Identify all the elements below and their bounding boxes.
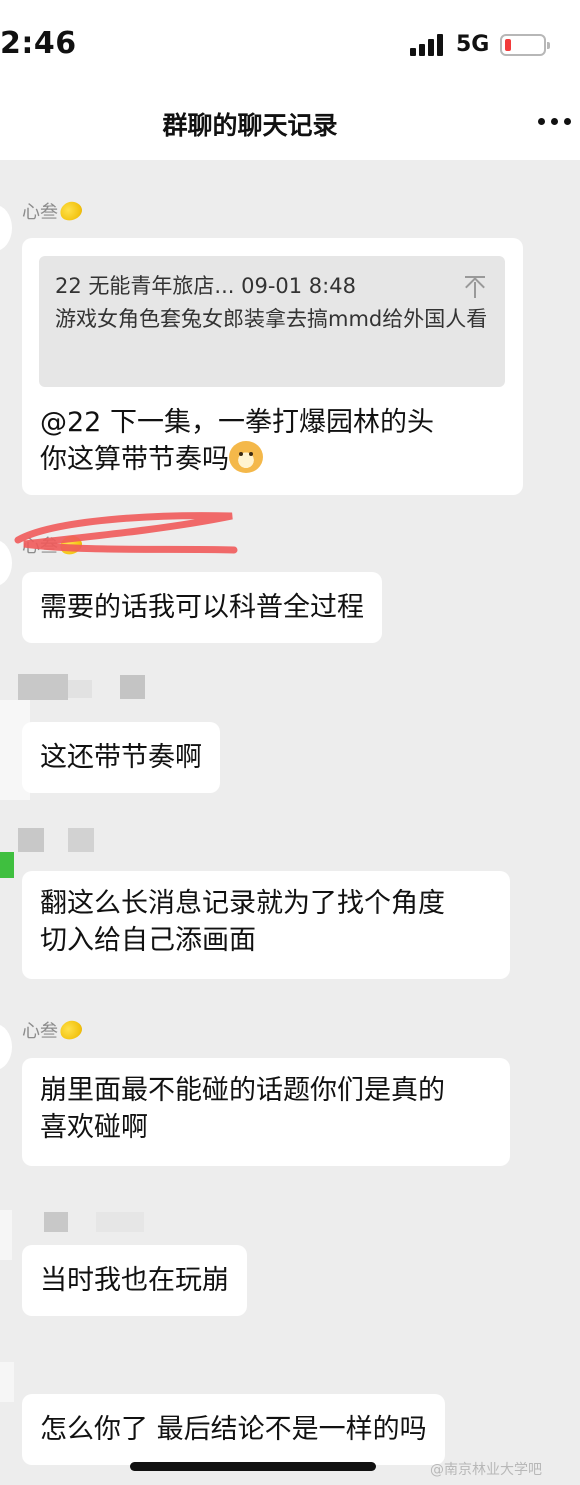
message-bubble[interactable]: 需要的话我可以科普全过程 bbox=[22, 572, 382, 643]
sender-name: 心叁 bbox=[22, 532, 85, 558]
message-bubble[interactable]: 22 无能青年旅店... 09-01 8:48 游戏女角色套兔女郎装拿去搞mmd… bbox=[22, 238, 523, 495]
home-indicator[interactable] bbox=[130, 1462, 376, 1471]
message-line-with-emoji: 你这算带节奏吗 bbox=[40, 441, 434, 478]
redacted-name bbox=[120, 675, 145, 699]
network-label: 5G bbox=[456, 32, 490, 57]
message-line: 怎么你了 最后结论不是一样的吗 bbox=[40, 1414, 427, 1445]
sender-label: 心叁 bbox=[22, 536, 58, 557]
lemon-emoji-icon bbox=[57, 198, 85, 224]
redacted-name bbox=[44, 1212, 68, 1232]
battery-icon bbox=[500, 34, 550, 56]
message-line: @22 下一集，一拳打爆园林的头 bbox=[40, 407, 434, 438]
message-line: 翻这么长消息记录就为了找个角度 bbox=[40, 888, 445, 919]
dog-emoji-icon bbox=[229, 441, 263, 473]
redacted-name bbox=[96, 1212, 144, 1232]
status-time: 2:46 bbox=[0, 26, 77, 61]
message-line: 喜欢碰啊 bbox=[40, 1112, 148, 1143]
avatar[interactable] bbox=[0, 1024, 12, 1070]
redacted-name bbox=[68, 680, 92, 698]
message-line: 你这算带节奏吗 bbox=[40, 444, 229, 475]
message-line: 切入给自己添画面 bbox=[40, 925, 256, 956]
page-title: 群聊的聊天记录 bbox=[162, 111, 338, 140]
sender-name: 心叁 bbox=[22, 198, 85, 224]
sender-label: 心叁 bbox=[22, 202, 58, 223]
message-bubble[interactable]: 当时我也在玩崩 bbox=[22, 1245, 247, 1316]
message-line: 崩里面最不能碰的话题你们是真的 bbox=[40, 1075, 445, 1106]
message-bubble[interactable]: 崩里面最不能碰的话题你们是真的 喜欢碰啊 bbox=[22, 1058, 510, 1166]
redacted-name bbox=[18, 828, 44, 852]
redacted-avatar bbox=[0, 1362, 14, 1402]
message-bubble[interactable]: 怎么你了 最后结论不是一样的吗 bbox=[22, 1394, 445, 1465]
lemon-emoji-icon bbox=[57, 1017, 85, 1043]
message-line: 这还带节奏啊 bbox=[40, 742, 202, 773]
avatar[interactable] bbox=[0, 540, 12, 586]
sender-name: 心叁 bbox=[22, 1017, 85, 1043]
lemon-emoji-icon bbox=[57, 532, 85, 558]
message-text: @22 下一集，一拳打爆园林的头 你这算带节奏吗 bbox=[40, 404, 434, 478]
message-line: 当时我也在玩崩 bbox=[40, 1265, 229, 1296]
redacted-avatar bbox=[0, 1210, 12, 1260]
message-bubble[interactable]: 翻这么长消息记录就为了找个角度 切入给自己添画面 bbox=[22, 871, 510, 979]
battery-fill bbox=[505, 39, 511, 51]
redacted-name bbox=[68, 828, 94, 852]
quoted-message[interactable]: 22 无能青年旅店... 09-01 8:48 游戏女角色套兔女郎装拿去搞mmd… bbox=[39, 256, 505, 387]
avatar[interactable] bbox=[0, 205, 12, 251]
message-line: 需要的话我可以科普全过程 bbox=[40, 592, 364, 623]
message-bubble[interactable]: 这还带节奏啊 bbox=[22, 722, 220, 793]
top-bar: 2:46 5G 群聊的聊天记录 bbox=[0, 0, 580, 160]
avatar[interactable] bbox=[0, 852, 14, 878]
redacted-name bbox=[18, 674, 68, 700]
jump-to-top-icon[interactable] bbox=[465, 276, 485, 298]
sender-label: 心叁 bbox=[22, 1021, 58, 1042]
more-icon[interactable] bbox=[538, 118, 572, 126]
watermark: @南京林业大学吧 bbox=[430, 1462, 542, 1478]
quote-text: 游戏女角色套兔女郎装拿去搞mmd给外国人看 bbox=[55, 307, 488, 331]
quote-header: 22 无能青年旅店... 09-01 8:48 bbox=[55, 274, 356, 298]
signal-icon bbox=[410, 34, 446, 56]
